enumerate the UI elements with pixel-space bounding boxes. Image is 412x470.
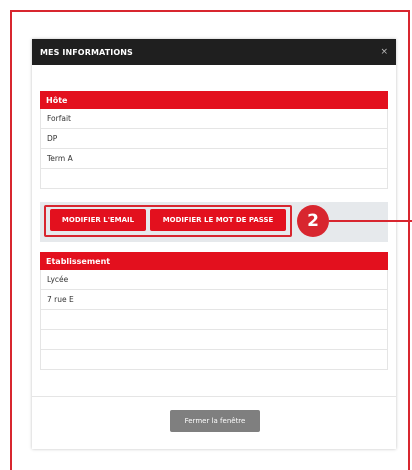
footer-divider bbox=[32, 396, 396, 397]
callout-line bbox=[329, 220, 412, 222]
host-section: Hôte Forfait DP Term A bbox=[40, 91, 388, 189]
school-row-empty-3 bbox=[41, 350, 387, 370]
school-row-empty-2 bbox=[41, 330, 387, 350]
modify-password-button[interactable]: MODIFIER LE MOT DE PASSE bbox=[150, 209, 286, 231]
school-section: Etablissement Lycée 7 rue E bbox=[40, 252, 388, 370]
my-information-modal: MES INFORMATIONS × Hôte Forfait DP Term … bbox=[32, 39, 396, 449]
host-row-empty bbox=[41, 169, 387, 189]
school-row-address: 7 rue E bbox=[41, 290, 387, 310]
school-row-name: Lycée bbox=[41, 270, 387, 290]
close-window-button[interactable]: Fermer la fenêtre bbox=[170, 410, 260, 432]
close-icon[interactable]: × bbox=[380, 47, 388, 57]
host-section-header: Hôte bbox=[40, 91, 388, 109]
host-rows: Forfait DP Term A bbox=[40, 109, 388, 189]
host-row-dp: DP bbox=[41, 129, 387, 149]
modal-header: MES INFORMATIONS × bbox=[32, 39, 396, 65]
modify-email-button[interactable]: MODIFIER L'EMAIL bbox=[50, 209, 146, 231]
school-row-empty-1 bbox=[41, 310, 387, 330]
school-rows: Lycée 7 rue E bbox=[40, 270, 388, 370]
host-row-term: Term A bbox=[41, 149, 387, 169]
account-actions-bar: MODIFIER L'EMAIL MODIFIER LE MOT DE PASS… bbox=[40, 202, 388, 242]
modal-title: MES INFORMATIONS bbox=[40, 47, 133, 57]
school-section-header: Etablissement bbox=[40, 252, 388, 270]
host-row-forfait: Forfait bbox=[41, 109, 387, 129]
callout-number-badge: 2 bbox=[297, 205, 329, 237]
